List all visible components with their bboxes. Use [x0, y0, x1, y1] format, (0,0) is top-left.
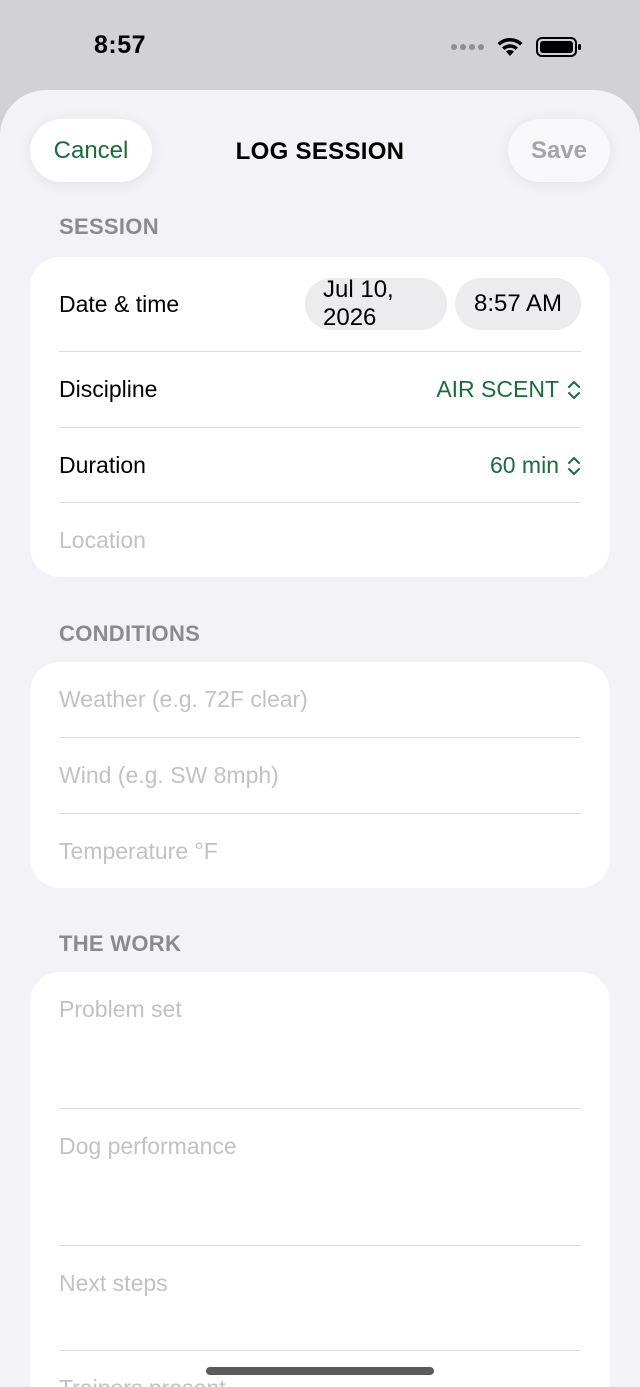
- duration-value: 60 min: [489, 452, 559, 478]
- wind-placeholder: Wind (e.g. SW 8mph): [59, 762, 279, 788]
- dog-performance-field[interactable]: Dog performance: [30, 1109, 610, 1245]
- next-steps-field[interactable]: Next steps: [30, 1246, 610, 1350]
- status-icons: [450, 36, 582, 58]
- wifi-icon: [497, 37, 523, 56]
- problem-set-placeholder: Problem set: [59, 996, 182, 1022]
- next-steps-placeholder: Next steps: [59, 1270, 168, 1296]
- chevron-updown-icon: [568, 380, 580, 399]
- chevron-updown-icon: [568, 456, 580, 475]
- section-header-session: SESSION: [59, 214, 159, 239]
- dog-performance-placeholder: Dog performance: [59, 1133, 237, 1159]
- work-card: Problem set Dog performance Next steps T…: [30, 972, 610, 1387]
- duration-picker[interactable]: 60 min: [490, 452, 581, 479]
- trainers-present-placeholder: Trainers present: [59, 1375, 226, 1387]
- duration-row[interactable]: Duration 60 min: [59, 428, 581, 503]
- location-field[interactable]: Location: [59, 503, 581, 577]
- section-header-conditions: CONDITIONS: [59, 621, 201, 646]
- conditions-card: Weather (e.g. 72F clear) Wind (e.g. SW 8…: [30, 662, 610, 888]
- section-header-the-work: THE WORK: [59, 931, 182, 956]
- signal-dots-icon: [451, 44, 484, 50]
- discipline-value: AIR SCENT: [436, 376, 559, 402]
- problem-set-field[interactable]: Problem set: [30, 972, 610, 1108]
- status-time: 8:57: [94, 31, 147, 59]
- status-bar: 8:57: [0, 0, 640, 92]
- temperature-field[interactable]: Temperature °F: [59, 814, 581, 888]
- session-card: Date & time Jul 10, 2026 8:57 AM Discipl…: [30, 257, 610, 577]
- weather-placeholder: Weather (e.g. 72F clear): [59, 686, 308, 712]
- discipline-row[interactable]: Discipline AIR SCENT: [59, 352, 581, 427]
- date-time-label: Date & time: [59, 290, 180, 317]
- discipline-label: Discipline: [59, 376, 158, 402]
- battery-icon: [536, 37, 581, 57]
- temperature-placeholder: Temperature °F: [59, 837, 218, 864]
- date-picker-button[interactable]: Jul 10, 2026: [305, 276, 447, 331]
- save-button[interactable]: Save: [508, 119, 610, 182]
- log-session-sheet: Cancel LOG SESSION Save SESSION Date & t…: [0, 90, 640, 1387]
- weather-field[interactable]: Weather (e.g. 72F clear): [59, 662, 581, 737]
- discipline-picker[interactable]: AIR SCENT: [436, 376, 581, 403]
- time-picker-button[interactable]: 8:57 AM: [455, 278, 581, 330]
- location-placeholder: Location: [59, 526, 146, 553]
- home-indicator: [206, 1367, 434, 1375]
- duration-label: Duration: [59, 452, 146, 478]
- wind-field[interactable]: Wind (e.g. SW 8mph): [59, 738, 581, 813]
- date-time-row: Date & time Jul 10, 2026 8:57 AM: [59, 276, 581, 331]
